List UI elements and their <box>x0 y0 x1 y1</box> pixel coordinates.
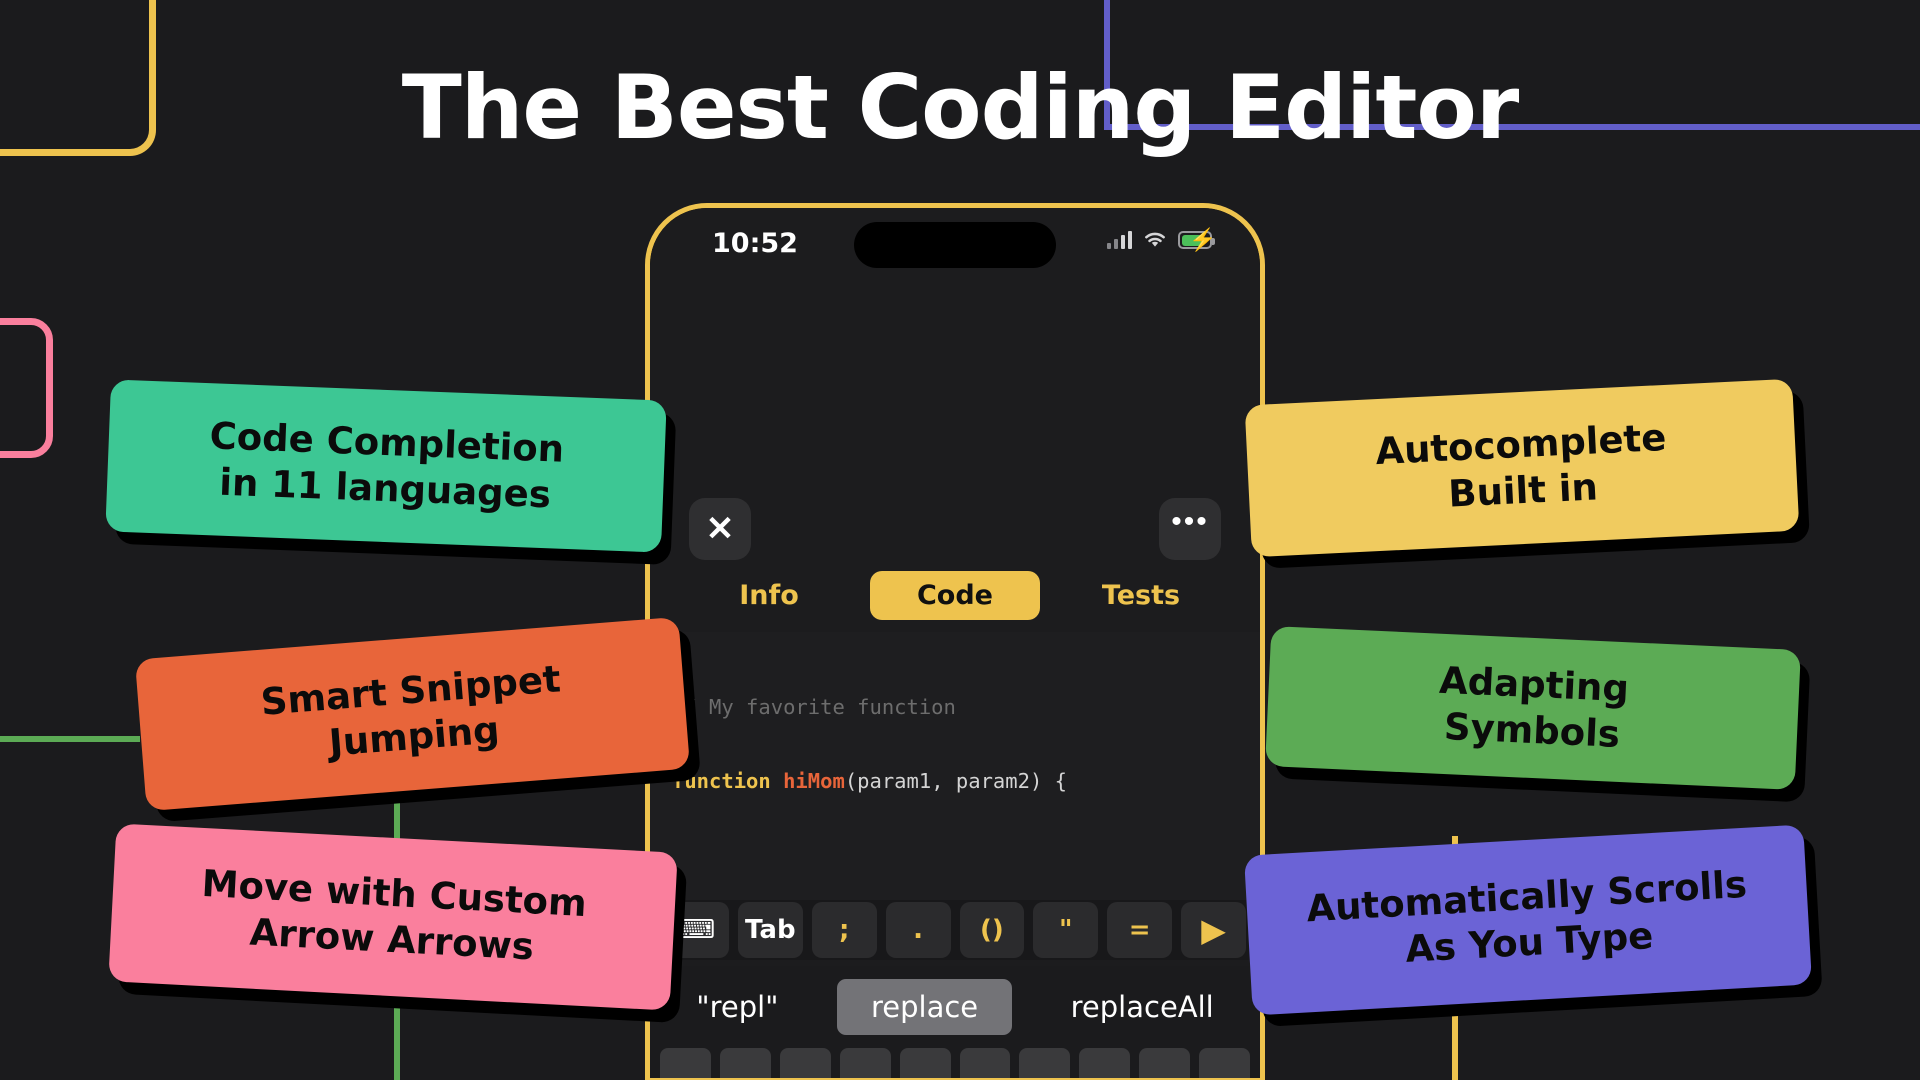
phone-mockup: 10:52 ⚡ ✕ ••• Info Code Tests // My favo… <box>645 203 1265 1080</box>
parens-key[interactable]: () <box>959 902 1025 958</box>
tab-key[interactable]: Tab <box>737 902 803 958</box>
more-options-icon[interactable]: ••• <box>1159 498 1221 560</box>
suggestion-replace[interactable]: replace <box>837 979 1013 1035</box>
callout-autocomplete: Autocomplete Built in <box>1244 378 1800 558</box>
keyboard-accessory-bar: ⌨ Tab ; . () " = ▶ <box>650 900 1260 960</box>
status-time: 10:52 <box>712 228 798 259</box>
tab-tests[interactable]: Tests <box>1056 571 1226 620</box>
quote-key[interactable]: " <box>1033 902 1099 958</box>
callout-custom-arrows: Move with Custom Arrow Arrows <box>108 823 678 1011</box>
keyboard-top-row-peek[interactable] <box>650 1048 1260 1078</box>
callout-smart-snippet: Smart Snippet Jumping <box>134 616 691 812</box>
period-key[interactable]: . <box>885 902 951 958</box>
code-line-comment: // My favorite function <box>672 695 956 719</box>
code-editor[interactable]: // My favorite function function hiMom(p… <box>650 632 1260 900</box>
status-icons: ⚡ <box>1106 229 1216 251</box>
callout-auto-scroll: Automatically Scrolls As You Type <box>1243 824 1813 1016</box>
tab-code[interactable]: Code <box>870 570 1040 620</box>
tab-bar: Info Code Tests <box>650 568 1260 622</box>
tab-info[interactable]: Info <box>684 571 854 620</box>
page-title: The Best Coding Editor <box>401 56 1520 159</box>
status-bar: 10:52 ⚡ <box>650 222 1260 268</box>
callout-code-completion: Code Completion in 11 languages <box>105 379 667 553</box>
code-line-function-decl: function hiMom(param1, param2) { <box>672 768 1067 793</box>
battery-charging-icon: ⚡ <box>1178 229 1216 251</box>
equals-key[interactable]: = <box>1107 902 1173 958</box>
decor-green-horizontal-line <box>0 736 140 742</box>
phone-screen: 10:52 ⚡ ✕ ••• Info Code Tests // My favo… <box>650 208 1260 1078</box>
semicolon-key[interactable]: ; <box>811 902 877 958</box>
callout-adapting-symbols: Adapting Symbols <box>1265 626 1801 790</box>
decor-pink-rounded-rect <box>0 318 53 458</box>
close-icon[interactable]: ✕ <box>689 498 751 560</box>
suggestion-repl[interactable]: "repl" <box>662 979 812 1035</box>
run-play-icon[interactable]: ▶ <box>1181 902 1246 958</box>
wifi-icon <box>1145 232 1165 247</box>
promo-poster: The Best Coding Editor 10:52 ⚡ ✕ ••• Inf… <box>0 0 1920 1080</box>
cellular-signal-icon <box>1106 231 1132 249</box>
suggestion-bar: "repl" replace replaceAll <box>650 966 1260 1048</box>
suggestion-replaceall[interactable]: replaceAll <box>1037 979 1248 1035</box>
